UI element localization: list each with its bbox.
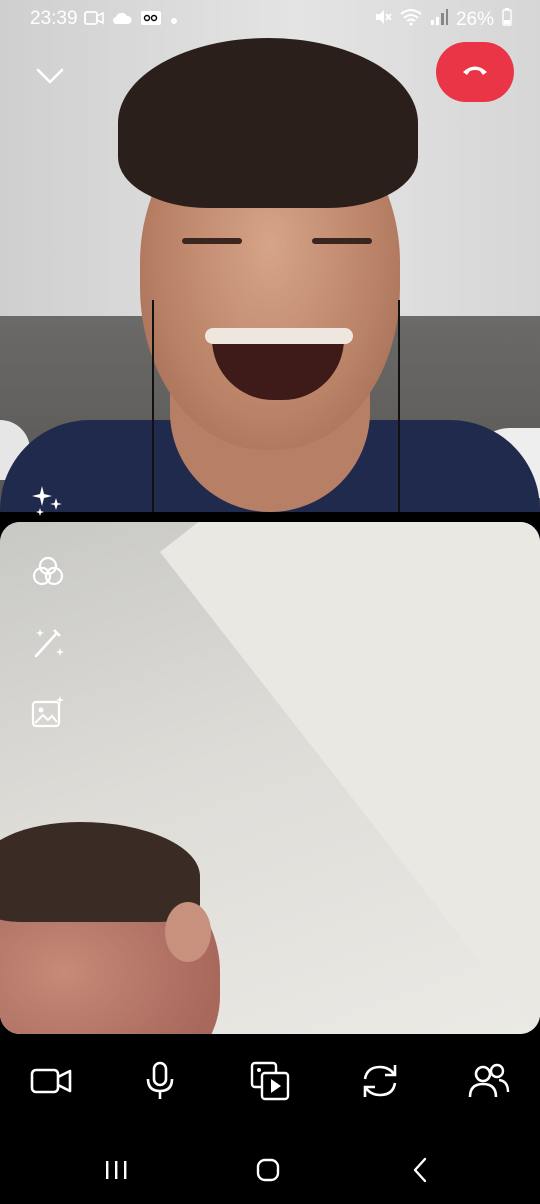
back-icon[interactable]: [398, 1150, 442, 1190]
earbud-wire-left: [152, 300, 154, 512]
status-right-icons: 26%: [374, 8, 512, 32]
signal-icon: [430, 8, 448, 32]
end-call-button[interactable]: [436, 42, 514, 102]
cloud-icon: [112, 11, 132, 30]
remote-person-eye-right: [312, 238, 372, 244]
mute-icon: [374, 8, 392, 32]
status-left-icons: [84, 10, 178, 31]
photo-sparkle-icon[interactable]: [26, 690, 70, 734]
battery-percent: 26%: [455, 9, 494, 30]
status-time: 23:39: [30, 8, 78, 29]
flip-camera-icon[interactable]: [355, 1056, 405, 1106]
dot-icon: [170, 12, 178, 30]
video-camera-icon[interactable]: [26, 1056, 76, 1106]
microphone-icon[interactable]: [135, 1056, 185, 1106]
remote-person-hair: [118, 38, 418, 208]
media-share-icon[interactable]: [245, 1056, 295, 1106]
wifi-icon: [400, 8, 422, 32]
video-icon: [84, 10, 104, 31]
recent-apps-icon[interactable]: [94, 1150, 138, 1190]
effects-circles-icon[interactable]: [26, 550, 70, 594]
battery-icon: [502, 8, 512, 32]
participants-icon[interactable]: [464, 1056, 514, 1106]
remote-person-eye-left: [182, 238, 242, 244]
magic-wand-icon[interactable]: [26, 620, 70, 664]
voicemail-icon: [140, 10, 162, 31]
sparkles-icon[interactable]: [28, 480, 68, 520]
status-bar: 23:39 26%: [0, 0, 540, 38]
milk-mustache: [205, 328, 353, 344]
end-call-icon: [461, 63, 489, 82]
self-view-video[interactable]: [0, 522, 540, 1034]
home-icon[interactable]: [246, 1150, 290, 1190]
earbud-wire-right: [398, 300, 400, 512]
chevron-down-icon[interactable]: [30, 56, 70, 96]
self-person-ear: [165, 902, 211, 962]
